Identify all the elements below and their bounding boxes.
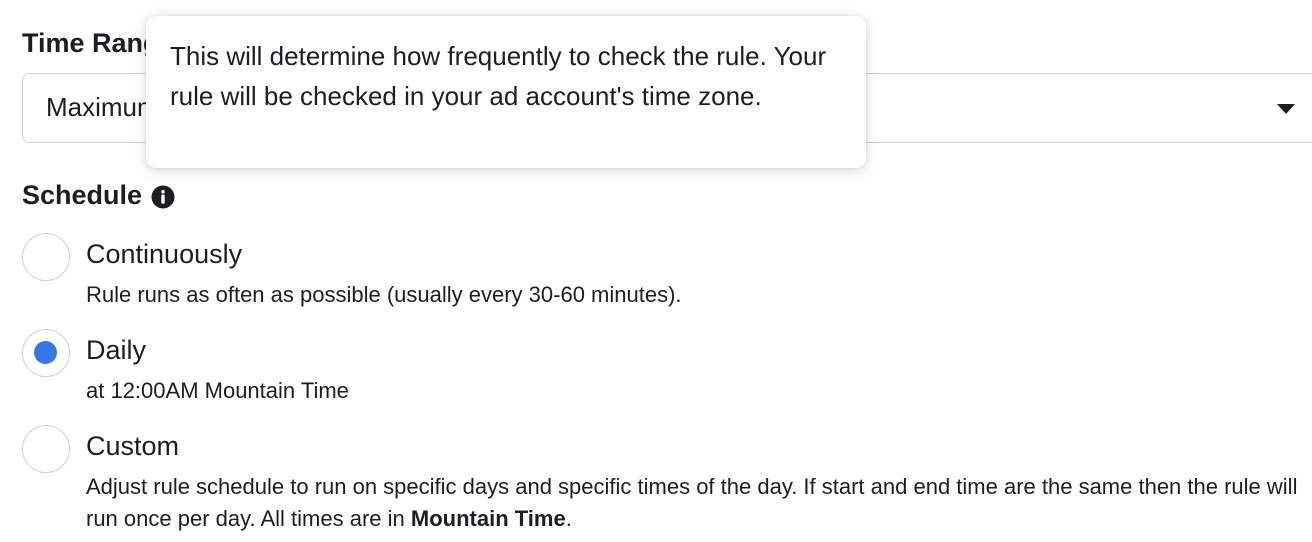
option-description: Adjust rule schedule to run on specific …	[86, 471, 1306, 535]
time-zone-name: Mountain Time	[410, 506, 566, 531]
radio-daily[interactable]	[22, 329, 70, 377]
option-label: Daily	[86, 335, 147, 365]
radio-dot	[34, 245, 57, 268]
schedule-label: Schedule	[22, 180, 143, 210]
radio-continuously[interactable]	[22, 233, 70, 281]
option-label: Custom	[86, 431, 180, 461]
automated-rule-form: Time Range Maximum This will determine h…	[0, 0, 1312, 542]
radio-custom[interactable]	[22, 425, 70, 473]
radio-dot	[34, 437, 57, 460]
schedule-heading: Schedule	[22, 180, 175, 211]
info-icon[interactable]	[151, 185, 175, 209]
option-description: Rule runs as often as possible (usually …	[86, 282, 682, 307]
schedule-info-tooltip: This will determine how frequently to ch…	[146, 16, 866, 168]
radio-dot	[34, 341, 57, 364]
tooltip-text: This will determine how frequently to ch…	[170, 41, 827, 111]
time-range-selected-value: Maximum	[46, 92, 159, 122]
option-label: Continuously	[86, 239, 243, 269]
chevron-down-icon	[1277, 104, 1295, 114]
option-description-text: Adjust rule schedule to run on specific …	[86, 474, 1298, 531]
option-description: at 12:00AM Mountain Time	[86, 378, 349, 403]
option-description-end: .	[565, 506, 572, 531]
